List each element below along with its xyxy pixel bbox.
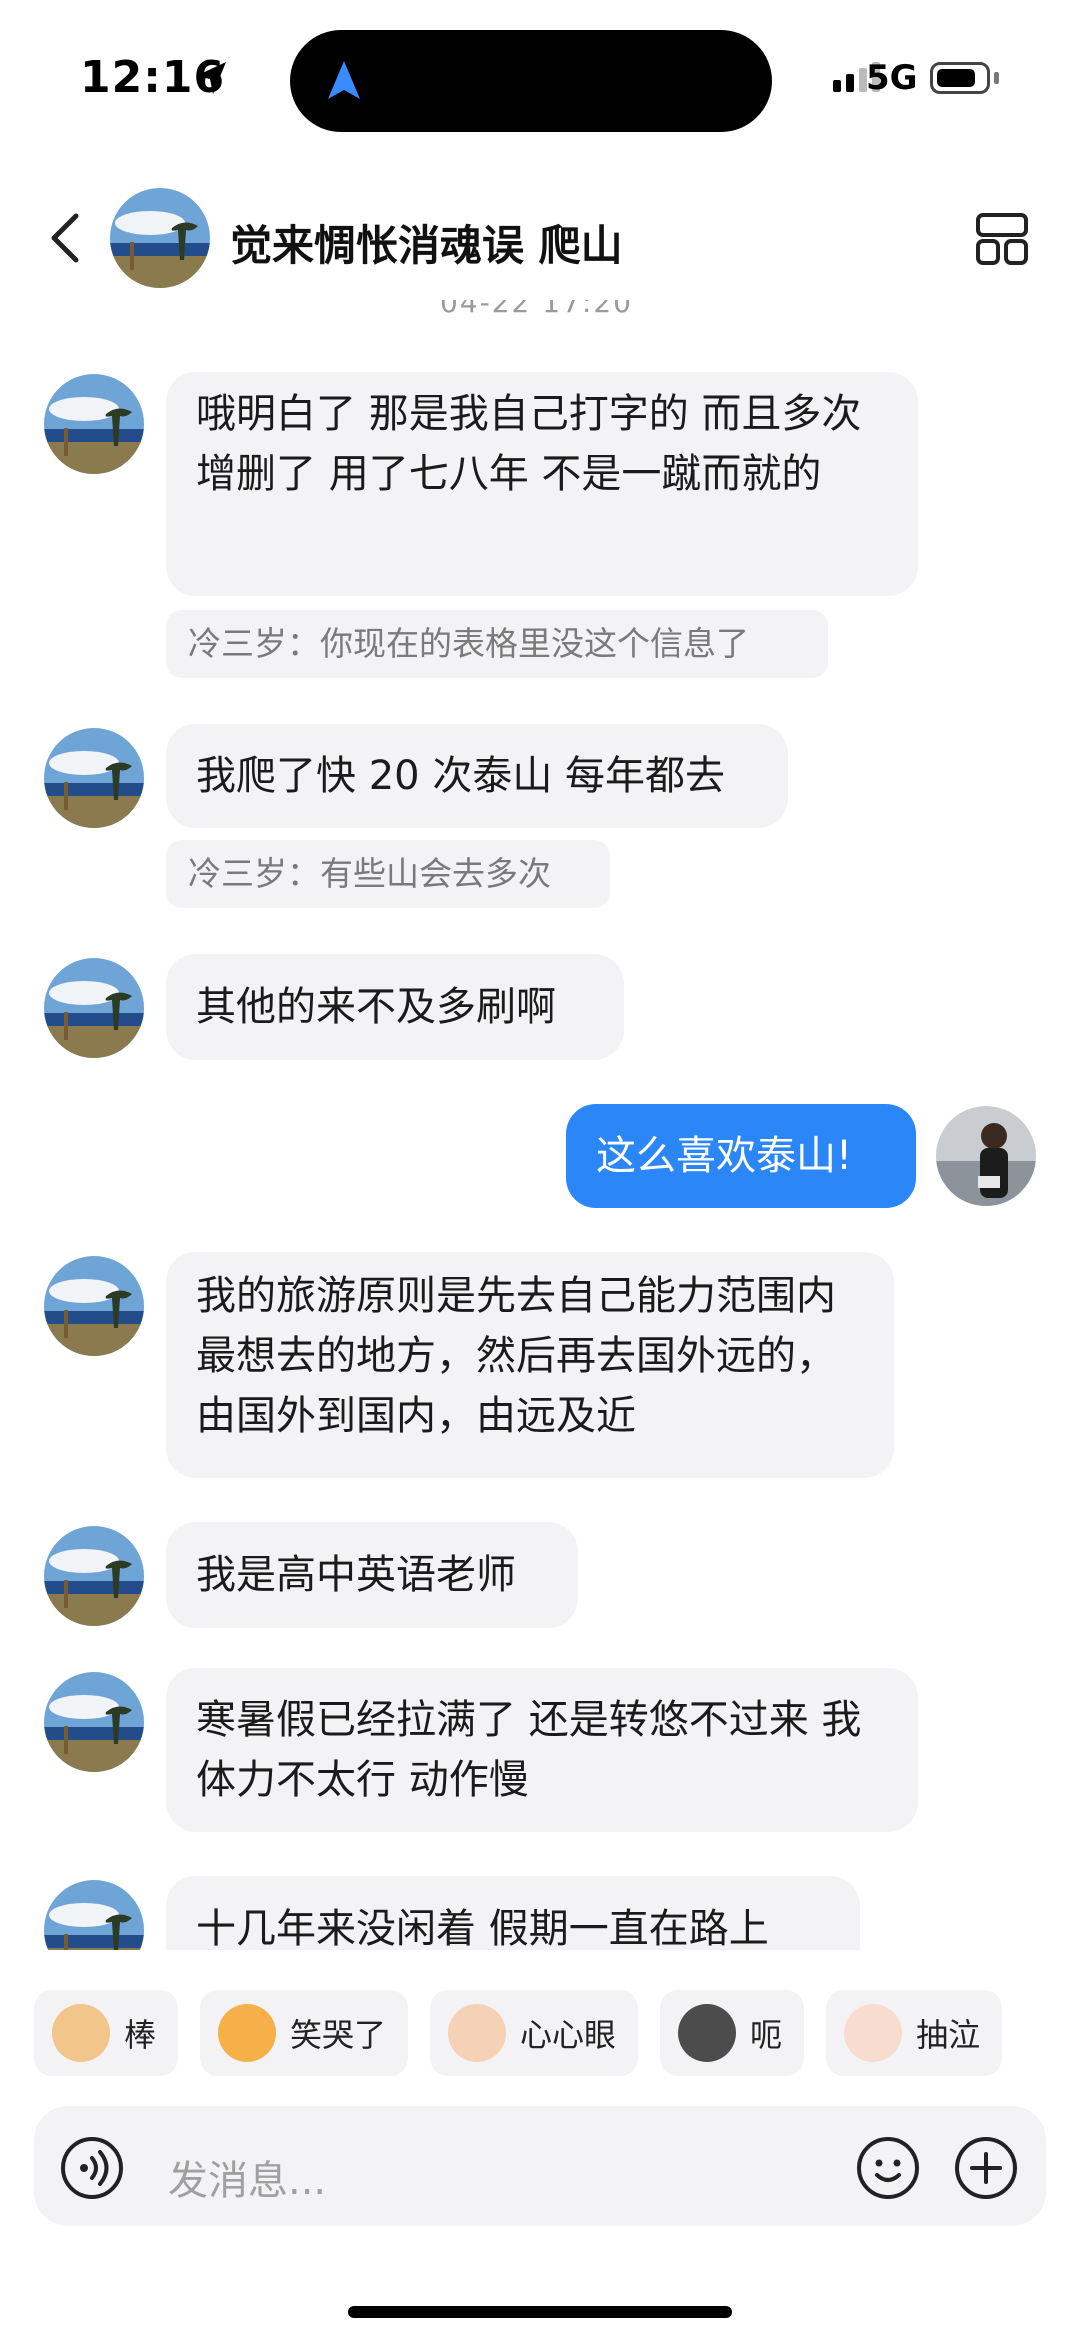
message-list[interactable]: 哦明白了 那是我自己打字的 而且多次增删了 用了七八年 不是一蹴而就的 冷三岁：… [0,330,1080,1950]
sender-avatar[interactable] [44,958,144,1058]
battery-tip [994,72,999,84]
voice-input-icon[interactable] [60,2136,124,2200]
back-chevron-icon[interactable] [46,210,86,266]
sender-avatar[interactable] [44,1256,144,1356]
timestamp-divider: 04-22 17:20 [0,300,1080,328]
sticker-label: 呃 [750,2016,783,2054]
my-avatar[interactable] [936,1106,1036,1206]
sender-avatar[interactable] [44,728,144,828]
sender-avatar[interactable] [44,1526,144,1626]
sticker-label: 棒 [124,2016,157,2054]
cat-thumbs-up-icon [52,2004,110,2062]
sticker-bar[interactable]: 棒 笑哭了 心心眼 呃 抽泣 [34,1990,1003,2076]
home-indicator[interactable] [348,2306,732,2318]
cat-sobbing-icon [844,2004,903,2062]
message-bubble[interactable]: 哦明白了 那是我自己打字的 而且多次增删了 用了七八年 不是一蹴而就的 [166,372,918,596]
my-message-bubble[interactable]: 这么喜欢泰山! [566,1104,916,1208]
battery-icon [930,62,990,94]
message-bubble[interactable]: 寒暑假已经拉满了 还是转悠不过来 我体力不太行 动作慢 [166,1668,918,1832]
timestamp-text: 04-22 17:20 [440,300,633,319]
message-bubble[interactable]: 我的旅游原则是先去自己能力范围内最想去的地方，然后再去国外远的，由国外到国内，由… [166,1252,894,1478]
sticker-chip[interactable]: 心心眼 [430,1990,639,2076]
sender-avatar[interactable] [44,1672,144,1772]
cat-awkward-icon [678,2004,737,2062]
navigation-icon [328,61,360,99]
chat-partner-avatar[interactable] [110,188,210,288]
sticker-label: 心心眼 [520,2016,617,2054]
sticker-chip[interactable]: 笑哭了 [200,1990,409,2076]
quoted-reply[interactable]: 冷三岁：你现在的表格里没这个信息了 [166,610,828,678]
sticker-label: 笑哭了 [290,2016,387,2054]
message-bubble[interactable]: 其他的来不及多刷啊 [166,954,624,1060]
sender-avatar[interactable] [44,1880,144,1950]
network-label: 5G [866,58,918,98]
sticker-chip[interactable]: 呃 [660,1990,805,2076]
more-grid-icon[interactable] [975,212,1029,266]
quoted-reply[interactable]: 冷三岁：有些山会去多次 [166,840,610,908]
message-bubble[interactable]: 我爬了快 20 次泰山 每年都去 [166,724,788,828]
message-input[interactable]: 发消息... [168,2148,326,2206]
chat-title: 觉来惆怅消魂误 爬山 [230,221,623,270]
sticker-label: 抽泣 [916,2016,981,2054]
emoji-icon[interactable] [856,2136,920,2200]
cat-heart-eyes-icon [448,2004,507,2062]
sticker-chip[interactable]: 棒 [34,1990,179,2076]
add-attachment-icon[interactable] [954,2136,1018,2200]
message-bubble[interactable]: 我是高中英语老师 [166,1522,578,1628]
message-bubble[interactable]: 十几年来没闲着 假期一直在路上 [166,1876,860,1950]
sender-avatar[interactable] [44,374,144,474]
location-arrow-icon [196,62,226,94]
sticker-chip[interactable]: 抽泣 [826,1990,1003,2076]
dynamic-island [290,30,772,132]
cat-laugh-cry-icon [218,2004,277,2062]
